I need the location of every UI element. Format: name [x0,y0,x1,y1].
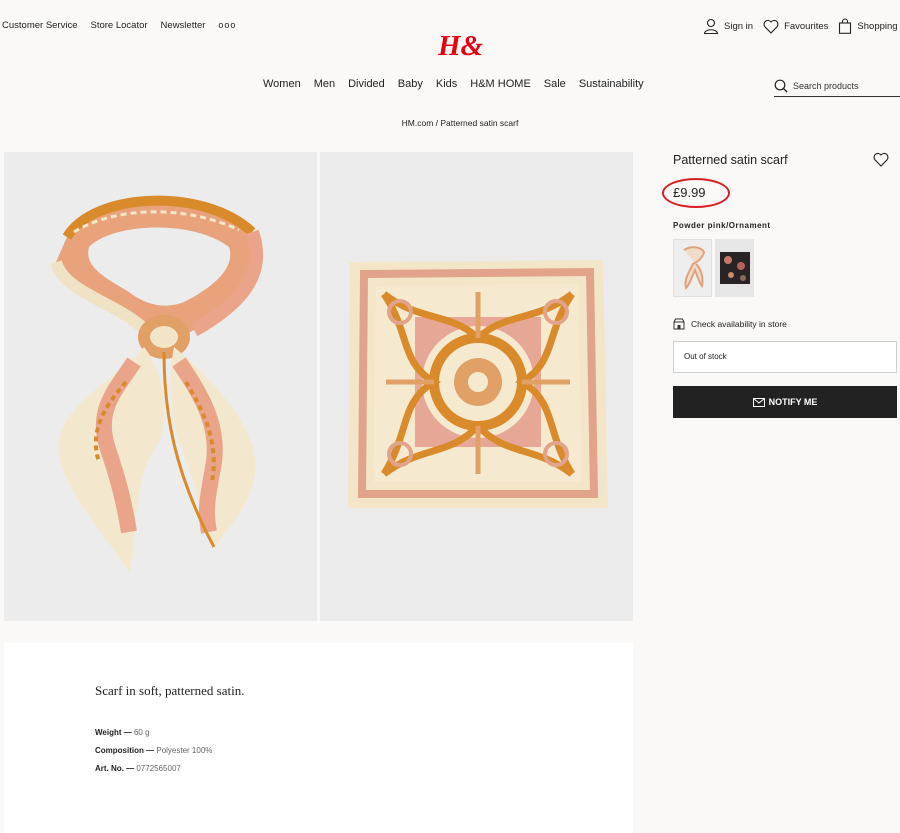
stock-status: Out of stock [684,352,727,361]
shopping-bag-label: Shopping bag [857,20,900,32]
mail-icon [752,397,765,407]
size-stock-select[interactable]: Out of stock [673,341,897,373]
nav-item-hm-home[interactable]: H&M HOME [470,78,531,90]
favourites-label: Favourites [784,20,829,32]
notify-me-label: NOTIFY ME [768,397,818,407]
nav-item-women[interactable]: Women [263,78,301,90]
account-bar: Sign in Favourites Shopping bag [703,18,900,34]
spec-weight: Weight — 60 g [95,728,150,737]
shopping-bag-icon [839,18,852,34]
spec-label: Art. No. [95,764,124,773]
heart-icon [873,152,889,167]
spec-art-no: Art. No. — 0772565007 [95,764,181,773]
product-image-flat[interactable] [320,152,633,621]
sign-in-link[interactable]: Sign in [703,18,753,34]
spec-composition: Composition — Polyester 100% [95,746,213,755]
product-price: £9.99 [673,185,706,200]
shopping-bag-link[interactable]: Shopping bag [838,18,900,34]
search-icon [774,79,788,93]
description-text: Scarf in soft, patterned satin. [95,683,245,698]
check-availability-label: Check availability in store [691,319,787,329]
user-icon [703,18,719,34]
nav-item-baby[interactable]: Baby [398,78,423,90]
search-placeholder: Search products [793,80,859,91]
price-area: £9.99 [662,178,743,209]
product-title: Patterned satin scarf [673,153,788,167]
nav-item-men[interactable]: Men [314,78,335,90]
nav-item-divided[interactable]: Divided [348,78,385,90]
check-availability-link[interactable]: Check availability in store [673,318,897,330]
spec-label: Composition [95,746,144,755]
store-locator-link[interactable]: Store Locator [91,20,148,31]
spec-value: 60 g [133,728,150,737]
newsletter-link[interactable]: Newsletter [161,20,206,31]
more-options-link[interactable]: ooo [218,20,236,31]
customer-service-link[interactable]: Customer Service [2,20,78,31]
add-to-favourites-button[interactable] [873,152,889,172]
nav-item-sustainability[interactable]: Sustainability [579,78,644,90]
hm-logo[interactable]: H&M [437,28,510,62]
color-name: Powder pink/Ornament [673,221,771,230]
heart-icon [763,19,779,34]
nav-item-sale[interactable]: Sale [544,78,566,90]
swatch-powder-pink[interactable] [673,239,712,297]
spec-value: Polyester 100% [156,746,213,755]
product-image-worn[interactable] [4,152,317,621]
search-input[interactable]: Search products [774,75,900,97]
color-swatches [673,239,897,297]
top-links: Customer Service Store Locator Newslette… [2,20,236,31]
nav-item-kids[interactable]: Kids [436,78,457,90]
notify-me-button[interactable]: NOTIFY ME [673,386,897,418]
store-icon [673,318,685,330]
sign-in-label: Sign in [724,20,754,32]
logo-text: H&M [437,30,483,62]
spec-label: Weight [95,728,122,737]
main-nav: Women Men Divided Baby Kids H&M HOME Sal… [263,78,644,90]
product-details: Patterned satin scarf £9.99 Powder pink/… [662,150,897,418]
breadcrumb[interactable]: HM.com / Patterned satin scarf [0,118,900,128]
swatch-dark-floral[interactable] [715,239,754,297]
spec-value: 0772565007 [136,764,181,773]
description-panel: Scarf in soft, patterned satin. Weight —… [4,643,633,833]
favourites-link[interactable]: Favourites [763,19,828,34]
